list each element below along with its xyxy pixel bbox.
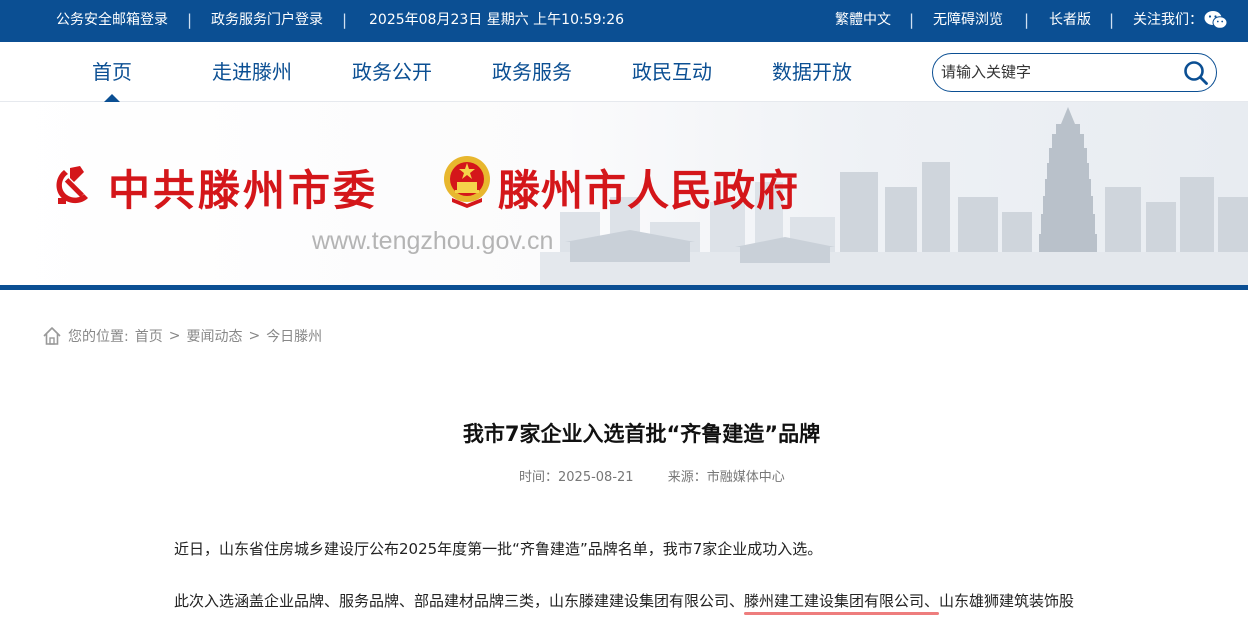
party-emblem-icon xyxy=(56,166,88,204)
top-bar: 公务安全邮箱登录 | 政务服务门户登录 | 2025年08月23日 星期六 上午… xyxy=(0,0,1248,42)
article-paragraph: 此次入选涵盖企业品牌、服务品牌、部品建材品牌三类，山东滕建建设集团有限公司、滕州… xyxy=(174,590,1074,612)
paragraph-text: 山东雄狮建筑装饰股 xyxy=(939,592,1075,610)
nav-item-home[interactable]: 首页 xyxy=(92,42,132,102)
publish-time: 时间：2025-08-21 xyxy=(519,470,634,485)
separator: | xyxy=(1109,11,1115,29)
portal-login-link[interactable]: 政务服务门户登录 xyxy=(211,0,323,42)
highlighted-company: 滕州建工建设集团有限公司、 xyxy=(744,592,940,610)
elder-version-link[interactable]: 长者版 xyxy=(1049,0,1091,42)
separator: | xyxy=(342,11,348,29)
nav-item-services[interactable]: 政务服务 xyxy=(492,42,572,102)
article-source: 来源：市融媒体中心 xyxy=(667,470,785,485)
breadcrumb-news[interactable]: 要闻动态 xyxy=(186,326,242,346)
accessible-browse-link[interactable]: 无障碍浏览 xyxy=(933,0,1003,42)
breadcrumb: 您的位置: 首页 > 要闻动态 > 今日滕州 xyxy=(42,325,328,347)
article-paragraph: 近日，山东省住房城乡建设厅公布2025年度第一批“齐鲁建造”品牌名单，我市7家企… xyxy=(174,540,823,558)
active-indicator xyxy=(104,94,120,102)
separator: | xyxy=(1024,11,1030,29)
home-icon xyxy=(43,327,61,345)
follow-us-label: 关注我们： xyxy=(1133,12,1203,28)
site-url: www.tengzhou.gov.cn xyxy=(312,227,554,255)
search-input[interactable] xyxy=(941,60,1171,84)
wechat-icon[interactable] xyxy=(1204,10,1228,30)
separator: | xyxy=(909,11,915,29)
breadcrumb-today[interactable]: 今日滕州 xyxy=(266,326,322,346)
breadcrumb-prefix: 您的位置: xyxy=(68,329,129,345)
breadcrumb-home[interactable]: 首页 xyxy=(135,326,163,346)
breadcrumb-separator: > xyxy=(168,328,181,344)
current-datetime: 2025年08月23日 星期六 上午10:59:26 xyxy=(369,12,625,28)
party-committee-title: 中共滕州市委 xyxy=(108,166,379,215)
nav-item-about[interactable]: 走进滕州 xyxy=(212,42,292,102)
municipal-government-title: 滕州市人民政府 xyxy=(498,166,800,215)
article-meta: 时间：2025-08-21 来源：市融媒体中心 xyxy=(519,466,815,485)
breadcrumb-separator: > xyxy=(248,328,261,344)
banner-divider xyxy=(0,285,1248,290)
search-icon[interactable] xyxy=(1183,60,1209,86)
main-nav: 首页 走进滕州 政务公开 政务服务 政民互动 数据开放 xyxy=(0,42,1248,102)
site-banner: 中共滕州市委 滕州市人民政府 www.tengzhou.gov.cn xyxy=(0,102,1248,285)
article-title: 我市7家企业入选首批“齐鲁建造”品牌 xyxy=(462,422,821,446)
nav-item-open-data[interactable]: 数据开放 xyxy=(772,42,852,102)
paragraph-text: 此次入选涵盖企业品牌、服务品牌、部品建材品牌三类，山东滕建建设集团有限公司、 xyxy=(174,592,745,610)
nav-item-interaction[interactable]: 政民互动 xyxy=(632,42,712,102)
email-login-link[interactable]: 公务安全邮箱登录 xyxy=(56,0,168,42)
nav-item-open-affairs[interactable]: 政务公开 xyxy=(352,42,432,102)
search-box xyxy=(932,53,1217,92)
separator: | xyxy=(187,11,193,29)
traditional-chinese-link[interactable]: 繁體中文 xyxy=(835,0,891,42)
national-emblem-icon xyxy=(444,156,490,208)
